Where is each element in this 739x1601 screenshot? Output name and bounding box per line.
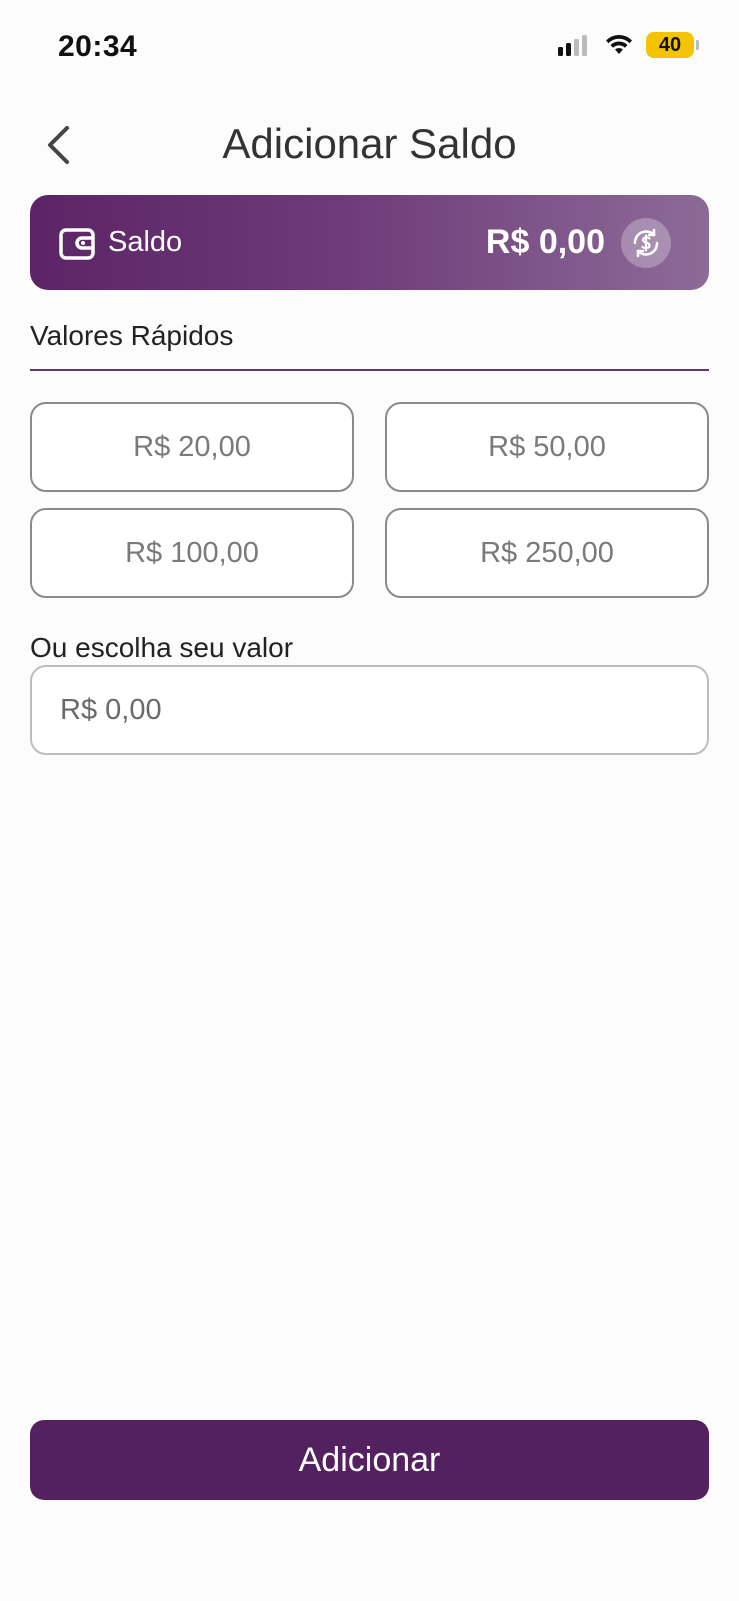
refresh-balance-button[interactable]	[621, 217, 671, 268]
quick-value-250-button[interactable]: R$ 250,00	[385, 508, 709, 598]
page-title: Adicionar Saldo	[222, 120, 517, 167]
balance-value: R$ 0,00	[485, 223, 605, 261]
status-bar: 20:34 40	[0, 0, 739, 95]
currency-refresh-icon	[633, 228, 659, 257]
signal-icon	[558, 35, 587, 56]
battery-tip	[696, 40, 699, 50]
balance-label: Saldo	[108, 226, 183, 258]
balance-card: Saldo R$ 0,00	[30, 195, 709, 290]
wifi-icon	[606, 34, 632, 54]
header: Adicionar Saldo	[0, 110, 739, 180]
status-time: 20:34	[58, 30, 138, 63]
wallet-icon	[59, 227, 95, 260]
quick-value-50-button[interactable]: R$ 50,00	[385, 402, 709, 492]
battery-indicator: 40	[646, 32, 699, 58]
status-icons: 40	[558, 32, 699, 58]
custom-value-label: Ou escolha seu valor	[30, 632, 294, 663]
battery-level: 40	[646, 32, 694, 58]
quick-value-100-button[interactable]: R$ 100,00	[30, 508, 354, 598]
add-button[interactable]: Adicionar	[30, 1420, 709, 1500]
custom-value-input[interactable]	[30, 665, 709, 755]
quick-values-title: Valores Rápidos	[30, 320, 234, 351]
quick-value-20-button[interactable]: R$ 20,00	[30, 402, 354, 492]
section-divider	[30, 369, 709, 371]
quick-values-grid: R$ 20,00 R$ 50,00 R$ 100,00 R$ 250,00	[30, 402, 709, 598]
